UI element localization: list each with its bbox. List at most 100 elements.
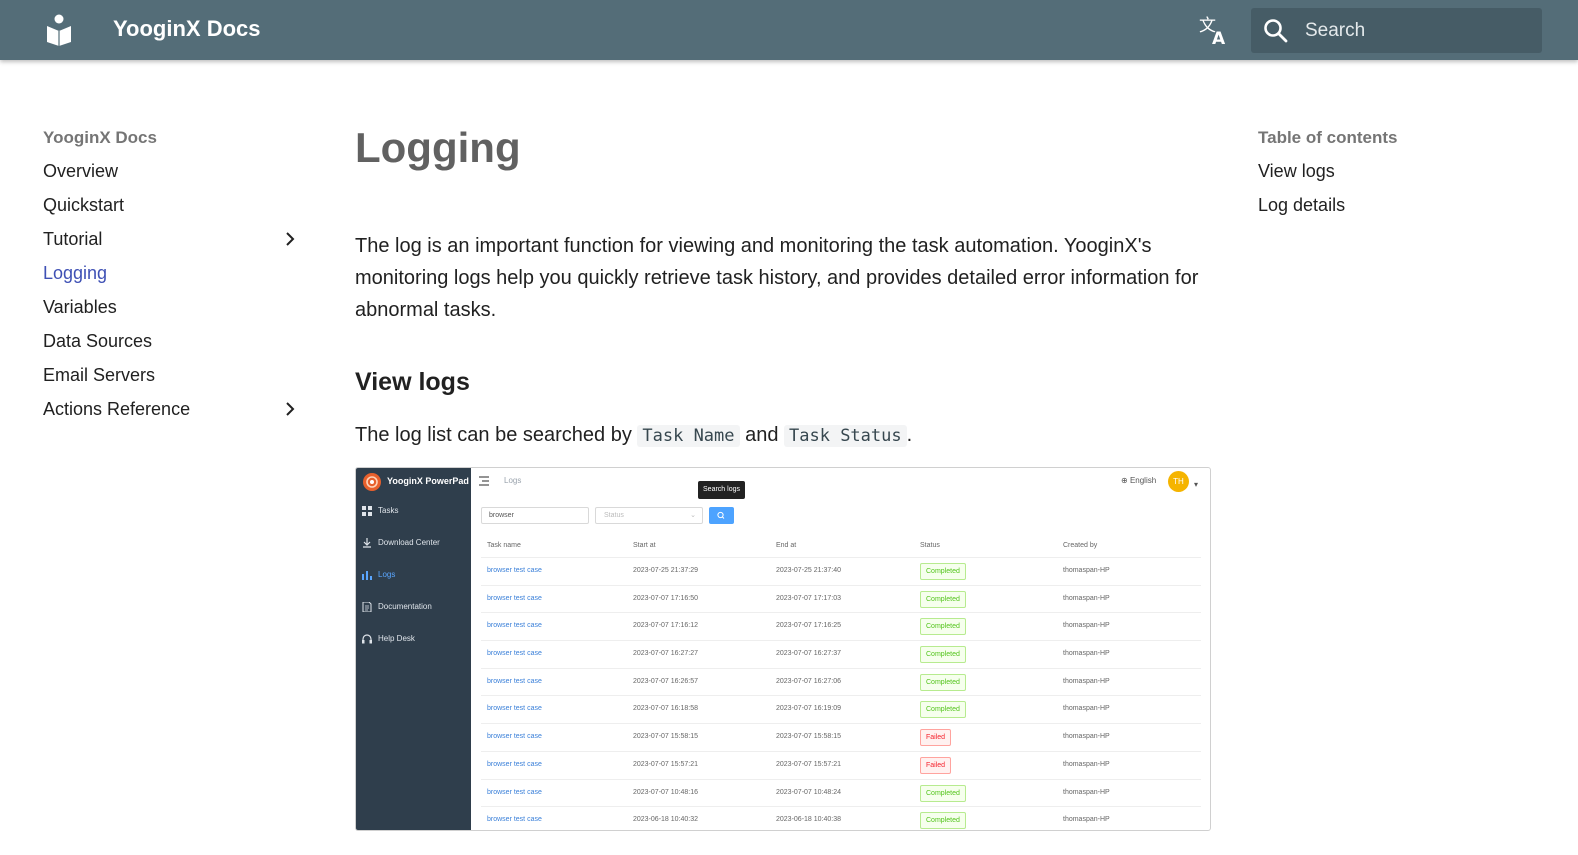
page-title: Logging <box>355 124 521 171</box>
search-box[interactable] <box>1251 8 1542 53</box>
app-menu-label: Help Desk <box>378 634 415 643</box>
left-navigation: YooginX Docs Overview Quickstart Tutoria… <box>43 128 303 433</box>
task-name-cell: browser test case <box>487 788 542 796</box>
task-name-cell: browser test case <box>487 816 542 824</box>
chevron-right-icon[interactable] <box>282 230 298 248</box>
column-header: Start at <box>633 542 656 549</box>
end-cell: 2023-07-25 21:37:40 <box>776 567 841 574</box>
created-by-cell: thomaspan-HP <box>1063 705 1110 713</box>
table-row: browser test case 2023-06-18 10:40:32 20… <box>481 806 1201 830</box>
search-icon <box>717 511 725 519</box>
nav-item-label: Overview <box>43 161 119 181</box>
created-by-cell: thomaspan-HP <box>1063 816 1110 824</box>
start-cell: 2023-07-07 15:57:21 <box>633 760 698 768</box>
task-name-cell: browser test case <box>487 594 542 602</box>
column-header: Status <box>920 542 940 549</box>
task-name-cell: browser test case <box>487 760 542 768</box>
app-task-filter: browser <box>481 507 589 524</box>
search-input[interactable] <box>1305 16 1525 46</box>
end-cell: 2023-06-18 10:40:38 <box>776 816 841 824</box>
nav-item-label: Logging <box>43 263 108 283</box>
powerpad-logo-icon <box>363 473 381 491</box>
table-row: browser test case 2023-07-07 15:57:21 20… <box>481 750 1201 779</box>
main-content: Logging The log is an important function… <box>355 120 1215 451</box>
start-cell: 2023-07-07 16:26:57 <box>633 677 698 685</box>
status-badge: Failed <box>920 756 952 774</box>
app-menu-label: Logs <box>378 570 396 579</box>
bar-chart-icon <box>362 571 372 580</box>
end-cell: 2023-07-07 15:58:15 <box>776 733 841 741</box>
created-by-cell: thomaspan-HP <box>1063 650 1110 658</box>
document-icon <box>362 602 372 612</box>
nav-item-label: Quickstart <box>43 195 125 215</box>
task-name-cell: browser test case <box>487 650 542 658</box>
section-heading-view-logs: View logs <box>355 368 470 396</box>
app-brand-name: YooginX PowerPad <box>387 476 469 486</box>
status-badge: Completed <box>920 701 966 719</box>
caret-down-icon: ▾ <box>1194 480 1199 489</box>
status-badge: Completed <box>920 590 966 608</box>
nav-item-variables[interactable]: Variables <box>43 297 303 331</box>
site-title[interactable]: YooginX Docs <box>113 16 261 42</box>
nav-item-logging[interactable]: Logging <box>43 263 303 297</box>
task-name-cell: browser test case <box>487 677 542 685</box>
app-tooltip: Search logs <box>698 481 745 499</box>
text-fragment: The log list can be searched by <box>355 424 632 446</box>
app-status-select: Status ⌄ <box>595 507 703 524</box>
table-row: browser test case 2023-07-25 21:37:29 20… <box>481 557 1201 585</box>
start-cell: 2023-07-07 15:58:15 <box>633 733 698 741</box>
grid-icon <box>362 506 372 516</box>
created-by-cell: thomaspan-HP <box>1063 567 1110 574</box>
nav-item-label: Data Sources <box>43 331 153 351</box>
start-cell: 2023-07-07 16:18:58 <box>633 705 698 713</box>
text-fragment: and <box>745 424 779 446</box>
app-language-label: English <box>1129 476 1157 485</box>
status-badge: Completed <box>920 618 966 636</box>
nav-item-label: Variables <box>43 297 117 317</box>
nav-item-overview[interactable]: Overview <box>43 161 303 195</box>
task-name-cell: browser test case <box>487 622 542 630</box>
status-badge: Completed <box>920 784 966 802</box>
code-task-status: Task Status <box>784 425 907 447</box>
app-menu-label: Download Center <box>378 538 440 547</box>
app-main: Logs ⊕ English TH ▾ Search logs browser … <box>471 468 1210 830</box>
column-header: End at <box>776 542 797 549</box>
table-row: browser test case 2023-07-07 16:27:27 20… <box>481 640 1201 668</box>
nav-item-actions-reference[interactable]: Actions Reference <box>43 399 303 433</box>
created-by-cell: thomaspan-HP <box>1063 622 1110 630</box>
nav-item-data-sources[interactable]: Data Sources <box>43 331 303 365</box>
start-cell: 2023-07-07 10:48:16 <box>633 788 698 796</box>
nav-item-label: Tutorial <box>43 229 103 249</box>
toc-item-log-details[interactable]: Log details <box>1258 195 1518 229</box>
status-badge: Failed <box>920 729 952 747</box>
end-cell: 2023-07-07 16:27:37 <box>776 650 841 658</box>
download-icon <box>363 538 371 548</box>
toc-item-view-logs[interactable]: View logs <box>1258 161 1518 195</box>
chevron-right-icon[interactable] <box>282 400 298 418</box>
status-badge: Completed <box>920 812 966 830</box>
app-table-header: Task name Start at End at Status Created… <box>481 540 1201 554</box>
task-name-cell: browser test case <box>487 705 542 713</box>
chevron-down-icon: ⌄ <box>690 512 696 519</box>
app-table-body: browser test case 2023-07-25 21:37:29 20… <box>481 557 1201 830</box>
code-task-name: Task Name <box>637 425 740 447</box>
menu-toggle-icon <box>479 476 489 486</box>
nav-item-tutorial[interactable]: Tutorial <box>43 229 303 263</box>
table-row: browser test case 2023-07-07 15:58:15 20… <box>481 723 1201 751</box>
text-fragment: . <box>906 424 913 446</box>
table-row: browser test case 2023-07-07 16:26:57 20… <box>481 667 1201 696</box>
app-menu-label: Tasks <box>378 506 399 515</box>
end-cell: 2023-07-07 15:57:21 <box>776 760 841 768</box>
app-avatar: TH <box>1168 471 1189 492</box>
nav-heading: YooginX Docs <box>43 128 157 147</box>
table-row: browser test case 2023-07-07 16:18:58 20… <box>481 695 1201 723</box>
translate-icon[interactable]: 文 A <box>1198 14 1230 46</box>
nav-item-email-servers[interactable]: Email Servers <box>43 365 303 399</box>
column-header: Task name <box>487 542 521 549</box>
book-logo-icon[interactable] <box>44 14 74 46</box>
search-description: The log list can be searched by Task Nam… <box>355 420 1215 451</box>
start-cell: 2023-07-07 17:16:12 <box>633 622 698 630</box>
start-cell: 2023-07-07 16:27:27 <box>633 650 698 658</box>
app-search-button <box>709 507 734 524</box>
nav-item-quickstart[interactable]: Quickstart <box>43 195 303 229</box>
